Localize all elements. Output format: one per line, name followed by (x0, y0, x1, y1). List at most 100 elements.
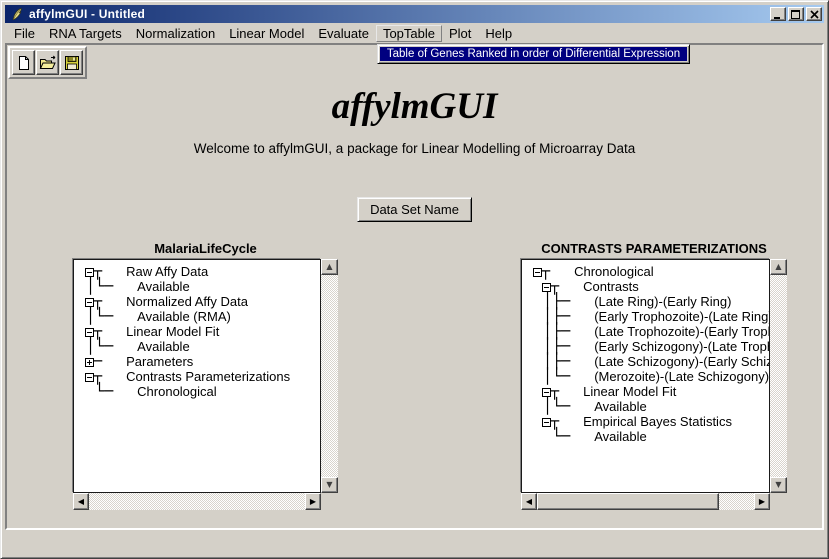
feather-icon (9, 7, 25, 22)
left-horizontal-scrollbar[interactable]: ◀ ▶ (73, 493, 321, 510)
save-file-icon (64, 55, 80, 71)
arrow-right-icon: ▶ (310, 498, 316, 506)
tree-node-label: Empirical Bayes Statistics (583, 414, 732, 429)
scroll-up-button[interactable]: ▲ (321, 259, 338, 275)
menu-item[interactable]: File (7, 25, 42, 42)
scroll-down-button[interactable]: ▼ (321, 477, 338, 493)
data-set-name-button[interactable]: Data Set Name (357, 197, 472, 222)
menu-item[interactable]: Plot (442, 25, 478, 42)
tree-node[interactable]: ─ Parameters (86, 354, 320, 369)
tree-connector: └─ (86, 384, 131, 399)
menu-item[interactable]: RNA Targets (42, 25, 129, 42)
collapse-box-icon[interactable] (542, 388, 551, 397)
content-frame: affylmGUI Welcome to affylmGUI, a packag… (5, 43, 824, 530)
new-file-icon (16, 55, 32, 71)
tree-node-label: (Late Schizogony)-(Early Schizogony) (594, 354, 770, 369)
scrollbar-track[interactable] (321, 275, 338, 477)
tree-node[interactable]: │└─ Available (RMA) (86, 309, 320, 324)
expand-box-icon[interactable] (85, 358, 94, 367)
menu-item[interactable]: Normalization (129, 25, 222, 42)
tree-node-label: (Late Trophozoite)-(Early Trophozoite) (594, 324, 770, 339)
app-window: affylmGUI - Untitled File RNA Targets No… (0, 0, 829, 559)
collapse-box-icon[interactable] (85, 298, 94, 307)
tree-malaria-life-cycle: ┬ Raw Affy Data │└─ Available ┬ Normaliz… (73, 259, 321, 493)
tree-node-label: (Merozoite)-(Late Schizogony) (594, 369, 769, 384)
tree-node-label: Parameters (126, 354, 193, 369)
menu-bar: File RNA Targets Normalization Linear Mo… (5, 24, 824, 43)
collapse-box-icon[interactable] (85, 268, 94, 277)
tree-node[interactable]: │└─ Available (86, 339, 320, 354)
maximize-button[interactable] (788, 7, 804, 21)
menu-item[interactable]: Help (478, 25, 519, 42)
scroll-down-button[interactable]: ▼ (770, 477, 787, 493)
left-panel-header: MalariaLifeCycle (73, 241, 338, 256)
tree-node[interactable]: └─ Chronological (86, 384, 320, 399)
tree-contrasts-parameterizations: ┬ Chronological ┬ Contrasts │├─ (Late Ri… (521, 259, 770, 493)
menu-item[interactable]: Linear Model (222, 25, 311, 42)
collapse-box-icon[interactable] (542, 283, 551, 292)
arrow-down-icon: ▼ (326, 481, 332, 489)
window-title: affylmGUI - Untitled (29, 7, 145, 21)
scrollbar-track[interactable] (719, 493, 754, 510)
tree-node-label: Contrasts Parameterizations (126, 369, 290, 384)
arrow-up-icon: ▲ (775, 263, 781, 271)
tree-node-label: Linear Model Fit (126, 324, 219, 339)
arrow-up-icon: ▲ (326, 263, 332, 271)
arrow-left-icon: ◀ (526, 498, 532, 506)
scroll-left-button[interactable]: ◀ (521, 493, 537, 510)
menu-item[interactable]: Evaluate (311, 25, 376, 42)
dataset-button-row: Data Set Name (7, 197, 822, 222)
toptable-dropdown-menu: Table of Genes Ranked in order of Differ… (377, 44, 690, 64)
scrollbar-track[interactable] (770, 275, 787, 477)
left-vertical-scrollbar[interactable]: ▲ ▼ (321, 259, 338, 493)
tree-connector: └─ (534, 429, 588, 444)
menu-item[interactable]: TopTable (376, 25, 442, 42)
open-file-icon (39, 55, 57, 71)
tree-node-label: Raw Affy Data (126, 264, 208, 279)
right-panel-header: CONTRASTS PARAMETERIZATIONS (521, 241, 787, 256)
collapse-box-icon[interactable] (85, 328, 94, 337)
tree-node[interactable]: │└─ Available (86, 279, 320, 294)
tree-node-label: Chronological (574, 264, 654, 279)
tree-node-label: Available (594, 429, 647, 444)
tree-node-label: (Late Ring)-(Early Ring) (594, 294, 731, 309)
title-bar: affylmGUI - Untitled (5, 5, 824, 23)
scroll-right-button[interactable]: ▶ (754, 493, 770, 510)
right-horizontal-scrollbar[interactable]: ◀ ▶ (521, 493, 770, 510)
new-file-button[interactable] (12, 50, 35, 75)
tree-node-label: (Early Schizogony)-(Late Trophozoite) (594, 339, 770, 354)
close-icon (810, 10, 819, 19)
tree-node-label: (Early Trophozoite)-(Late Ring) (594, 309, 770, 324)
open-file-button[interactable] (36, 50, 59, 75)
welcome-text: Welcome to affylmGUI, a package for Line… (7, 141, 822, 156)
scroll-up-button[interactable]: ▲ (770, 259, 787, 275)
app-title: affylmGUI (7, 85, 822, 128)
collapse-box-icon[interactable] (85, 373, 94, 382)
close-button[interactable] (806, 7, 822, 21)
scrollbar-track[interactable] (89, 493, 305, 510)
tree-node-label: Available (RMA) (137, 309, 231, 324)
menu-item-table-of-genes[interactable]: Table of Genes Ranked in order of Differ… (380, 47, 687, 61)
save-file-button[interactable] (60, 50, 83, 75)
toolbar (8, 46, 87, 79)
tree-node-label: Normalized Affy Data (126, 294, 248, 309)
scroll-right-button[interactable]: ▶ (305, 493, 321, 510)
arrow-left-icon: ◀ (78, 498, 84, 506)
arrow-right-icon: ▶ (759, 498, 765, 506)
scrollbar-thumb[interactable] (537, 493, 719, 510)
tree-node-label: Linear Model Fit (583, 384, 676, 399)
tree-node-label: Available (594, 399, 647, 414)
tree-node-label: Available (137, 339, 190, 354)
arrow-down-icon: ▼ (775, 481, 781, 489)
minimize-button[interactable] (770, 7, 786, 21)
collapse-box-icon[interactable] (542, 418, 551, 427)
maximize-icon (791, 10, 801, 19)
collapse-box-icon[interactable] (533, 268, 542, 277)
scroll-left-button[interactable]: ◀ (73, 493, 89, 510)
tree-node-label: Contrasts (583, 279, 639, 294)
tree-node-label: Chronological (137, 384, 217, 399)
minimize-icon (773, 10, 783, 19)
tree-node-label: Available (137, 279, 190, 294)
right-vertical-scrollbar[interactable]: ▲ ▼ (770, 259, 787, 493)
tree-node[interactable]: └─ Available (534, 429, 769, 444)
